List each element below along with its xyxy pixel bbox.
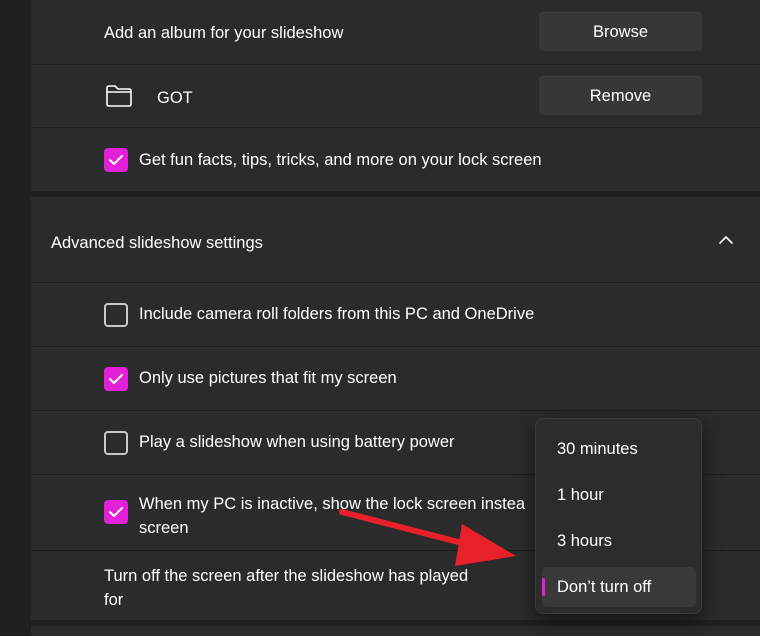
inactive-lock-screen-checkbox[interactable] (104, 500, 128, 524)
fun-facts-row[interactable]: Get fun facts, tips, tricks, and more on… (31, 128, 760, 191)
slideshow-card: Add an album for your slideshow Browse G… (31, 0, 760, 191)
checkmark-icon (109, 374, 123, 384)
fit-screen-row[interactable]: Only use pictures that fit my screen (31, 347, 760, 410)
turn-off-duration-dropdown: 30 minutes 1 hour 3 hours Don’t turn off (535, 418, 702, 614)
chevron-up-icon[interactable] (718, 233, 734, 245)
menu-item-label: Don’t turn off (557, 578, 652, 596)
battery-label: Play a slideshow when using battery powe… (139, 433, 455, 451)
battery-checkbox[interactable] (104, 431, 128, 455)
next-card-edge (31, 626, 760, 636)
inactive-lock-screen-label-line1: When my PC is inactive, show the lock sc… (139, 495, 526, 513)
folder-icon (105, 84, 133, 108)
selected-indicator (542, 578, 545, 596)
settings-page: Add an album for your slideshow Browse G… (0, 0, 760, 636)
album-name: GOT (157, 89, 193, 107)
advanced-settings-title: Advanced slideshow settings (51, 234, 263, 252)
menu-item-label: 3 hours (557, 532, 613, 550)
menu-item-label: 1 hour (557, 486, 604, 504)
fun-facts-label: Get fun facts, tips, tricks, and more on… (139, 151, 542, 169)
turn-off-screen-label-line1: Turn off the screen after the slideshow … (104, 567, 469, 585)
turn-off-screen-label-line2: for (104, 591, 124, 609)
checkmark-icon (109, 155, 123, 165)
browse-button[interactable]: Browse (539, 12, 702, 51)
menu-item-1-hour[interactable]: 1 hour (542, 475, 696, 515)
camera-roll-checkbox[interactable] (104, 303, 128, 327)
camera-roll-row[interactable]: Include camera roll folders from this PC… (31, 283, 760, 346)
fit-screen-label: Only use pictures that fit my screen (139, 369, 397, 387)
checkmark-icon (109, 507, 123, 517)
fit-screen-checkbox[interactable] (104, 367, 128, 391)
menu-item-3-hours[interactable]: 3 hours (542, 521, 696, 561)
inactive-lock-screen-label-line2: screen (139, 519, 189, 537)
add-album-row: Add an album for your slideshow Browse (31, 0, 760, 64)
fun-facts-checkbox[interactable] (104, 148, 128, 172)
menu-item-label: 30 minutes (557, 440, 638, 458)
menu-item-30-minutes[interactable]: 30 minutes (542, 429, 696, 469)
add-album-label: Add an album for your slideshow (104, 24, 344, 42)
camera-roll-label: Include camera roll folders from this PC… (139, 305, 535, 323)
menu-item-dont-turn-off[interactable]: Don’t turn off (542, 567, 696, 607)
advanced-settings-header[interactable]: Advanced slideshow settings (31, 197, 760, 282)
album-item-row: GOT Remove (31, 65, 760, 127)
remove-button[interactable]: Remove (539, 76, 702, 115)
